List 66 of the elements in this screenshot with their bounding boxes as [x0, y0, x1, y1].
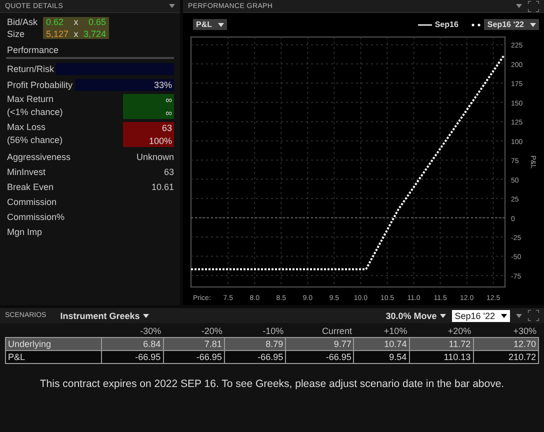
expand-icon[interactable]: [528, 310, 539, 321]
metric-label: Max Loss: [7, 122, 47, 132]
metric-label: Aggressiveness: [7, 152, 71, 162]
metric-value-field: ∞ ∞: [123, 94, 174, 119]
column-header: +30%: [473, 325, 538, 338]
table-cell: 9.54: [354, 350, 410, 364]
table-cell: 11.72: [409, 338, 474, 350]
size-label: Size: [7, 29, 26, 39]
move-dropdown[interactable]: 30.0% Move: [386, 310, 446, 320]
section-title: Performance: [6, 44, 174, 59]
metric-label: Max Return: [7, 94, 55, 104]
info-message: This contract expires on 2022 SEP 16. To see Greeks, please adjust scenario date in the bar above.: [38, 378, 506, 390]
column-header: -20%: [163, 325, 224, 338]
column-header: +10%: [354, 325, 410, 338]
column-header: +20%: [409, 325, 474, 338]
table-cell: 6.84: [102, 338, 164, 350]
metric-label: Profit Probability: [7, 80, 73, 90]
ask-size-value: 3,724: [83, 29, 106, 39]
metric-value: Unknown: [136, 152, 174, 162]
row-label: P&L: [6, 350, 102, 364]
expand-icon[interactable]: [528, 0, 539, 12]
metric-label: Commission: [7, 197, 57, 207]
table-row[interactable]: Underlying 6.84 7.81 8.79 9.77 10.74 11.72 12.70: [6, 338, 538, 350]
table-cell: 110.13: [409, 350, 474, 364]
metric-label: MinInvest: [7, 167, 46, 177]
table-cell: 10.74: [354, 338, 410, 350]
separator-text: x: [74, 29, 78, 39]
metric-value: 10.61: [151, 182, 174, 192]
table-cell: -66.95: [102, 350, 164, 364]
metric-label: Mgn Imp: [7, 227, 42, 237]
metric-value-field: 63 100%: [123, 122, 174, 147]
table-cell: 9.77: [286, 338, 354, 350]
table-cell: -66.95: [163, 350, 224, 364]
caret-icon[interactable]: [516, 314, 522, 318]
caret-icon[interactable]: [516, 4, 522, 8]
greeks-dropdown[interactable]: Instrument Greeks: [60, 310, 149, 320]
table-cell: -66.95: [224, 350, 286, 364]
bid-size-value: 5,127: [46, 29, 69, 39]
separator-text: x: [74, 17, 78, 27]
table-cell: 12.70: [473, 338, 538, 350]
table-cell: 8.79: [224, 338, 286, 350]
metric-label: Break Even: [7, 182, 54, 192]
table-row[interactable]: P&L -66.95 -66.95 -66.95 -66.95 9.54 110.13 210.72: [6, 350, 538, 364]
column-header: -10%: [224, 325, 286, 338]
date-dropdown[interactable]: Sep16 '22: [484, 19, 539, 30]
row-label: Underlying: [6, 338, 102, 350]
table-cell: -66.95: [286, 350, 354, 364]
metric-sublabel: (<1% chance): [7, 107, 63, 117]
solid-line-icon: [418, 22, 432, 26]
column-header: -30%: [102, 325, 164, 338]
bid-value: 0.62: [46, 17, 64, 27]
dotted-line-icon: [471, 22, 482, 26]
table-cell: 7.81: [163, 338, 224, 350]
metric-value: 63: [164, 167, 174, 177]
metric-value-field: 33%: [74, 79, 174, 91]
metric-sublabel: (56% chance): [7, 135, 63, 145]
metric-label: Commission%: [7, 212, 65, 222]
ask-value: 0.65: [88, 17, 106, 27]
caret-icon[interactable]: [169, 4, 175, 8]
table-cell: 210.72: [473, 350, 538, 364]
bid-ask-label: Bid/Ask: [7, 17, 39, 27]
column-header: Current: [286, 325, 354, 338]
legend-label: Sep16: [434, 20, 458, 29]
metric-label: Return/Risk: [7, 64, 54, 74]
metric-dropdown[interactable]: P&L: [193, 19, 227, 30]
scenario-date-dropdown[interactable]: Sep16 '22: [452, 310, 510, 322]
